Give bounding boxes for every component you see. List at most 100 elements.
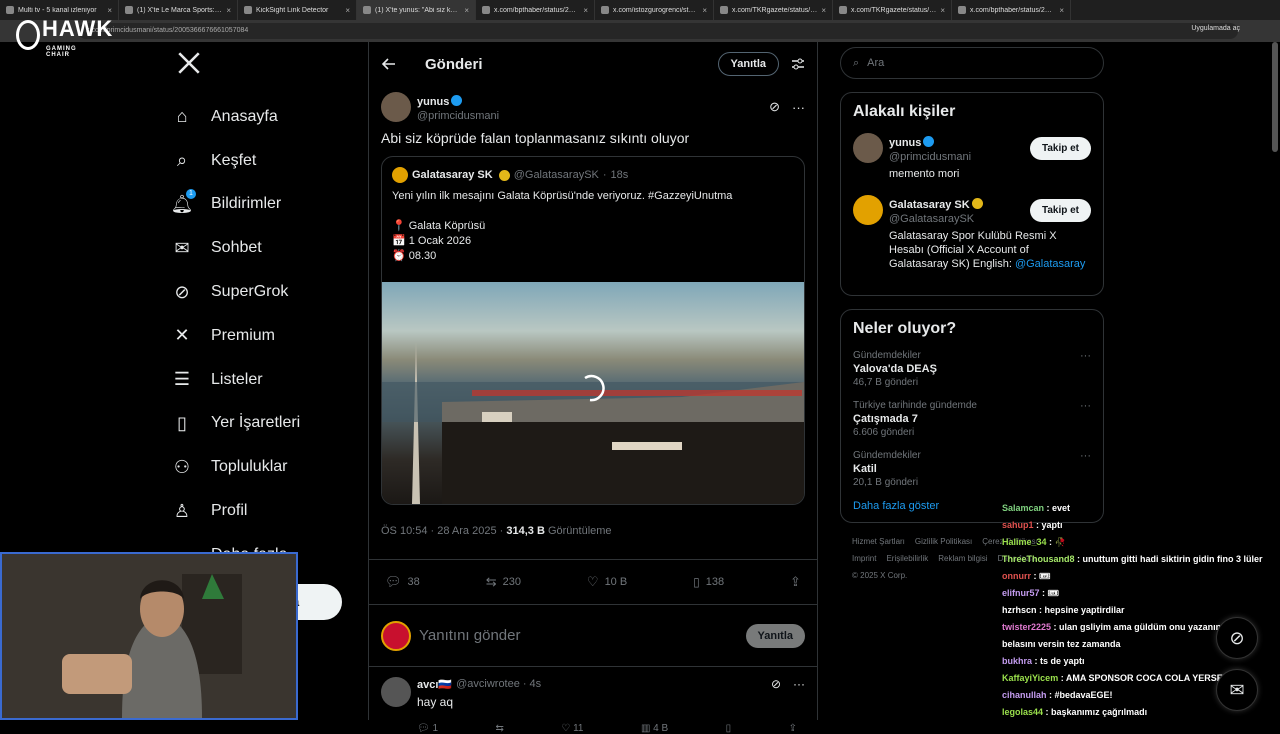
person-name[interactable]: Galatasaray SK xyxy=(889,199,970,211)
messages-fab-button[interactable]: ✉ xyxy=(1216,669,1258,711)
related-person[interactable]: yunus @primcidusmani Takip et memento mori xyxy=(853,133,1091,181)
reply-reply-count[interactable]: 💬︎ 1 xyxy=(417,723,438,734)
sidebar-item-label: Keşfet xyxy=(211,151,257,169)
header-reply-button[interactable]: Yanıtla xyxy=(717,52,779,76)
trend-item[interactable]: Gündemdekiler Yalova'da DEAŞ 46,7 B gönder… xyxy=(853,350,1091,388)
panel-title: Neler oluyor? xyxy=(853,320,957,337)
browser-tab[interactable]: (1) X'te Le Marca Sports: "Erdem... × xyxy=(119,0,238,20)
footer-link[interactable]: Erişilebilirlik xyxy=(886,554,928,563)
reply-author-handle[interactable]: @avciwrotee xyxy=(456,678,520,690)
heart-icon: ♡ xyxy=(586,574,599,589)
follow-button[interactable]: Takip et xyxy=(1029,198,1091,222)
reply-submit-button[interactable]: Yanıtla xyxy=(745,623,805,648)
search-input[interactable]: ⌕ Ara xyxy=(840,47,1104,79)
share-action[interactable]: ⇪ xyxy=(790,574,801,590)
close-icon[interactable]: × xyxy=(464,6,469,15)
reply-input[interactable]: Yanıtını gönder xyxy=(419,627,746,644)
browser-tab[interactable]: KickSight Link Detector × xyxy=(238,0,357,20)
sidebar-item-person[interactable]: ♙ Profil xyxy=(170,489,300,533)
back-arrow-icon[interactable] xyxy=(381,56,397,72)
sidebar-item-grok[interactable]: ⊘ SuperGrok xyxy=(170,270,300,314)
more-icon[interactable]: ··· xyxy=(1080,350,1091,362)
footer-link[interactable]: Imprint xyxy=(852,554,876,563)
browser-tab[interactable]: x.com/bpthaber/status/20056...× xyxy=(476,0,595,20)
more-icon[interactable]: ··· xyxy=(1080,400,1091,412)
filter-icon[interactable] xyxy=(791,57,805,71)
sidebar-item-bookmark[interactable]: ▯ Yer İşaretleri xyxy=(170,402,300,446)
footer-link[interactable]: Hizmet Şartları xyxy=(852,537,905,546)
trend-item[interactable]: Gündemdekiler Katil 20,1 B gönderi ··· xyxy=(853,450,1091,488)
grok-fab-button[interactable]: ⊘ xyxy=(1216,617,1258,659)
footer-link[interactable]: Gizlilik Politikası xyxy=(915,537,972,546)
sidebar-item-label: Profil xyxy=(211,502,248,520)
tweet-meta: ÖS 10:54 · 28 Ara 2025 · 314,3 B Görüntü… xyxy=(381,525,612,537)
more-icon[interactable]: ··· xyxy=(1080,450,1091,462)
chat-username: cihanullah xyxy=(1002,690,1047,700)
x-logo-icon[interactable] xyxy=(176,50,202,76)
avatar[interactable] xyxy=(381,92,411,122)
tab-favicon-icon xyxy=(482,6,490,14)
follow-button[interactable]: Takip et xyxy=(1029,136,1091,160)
share-icon[interactable]: ⇪ xyxy=(789,723,797,734)
chat-username: Salamcan xyxy=(1002,503,1045,513)
close-icon[interactable]: × xyxy=(107,6,112,15)
open-in-app-button[interactable]: Uygulamada aç xyxy=(1191,25,1240,32)
close-icon[interactable]: × xyxy=(1059,6,1064,15)
sidebar-item-x[interactable]: ✕ Premium xyxy=(170,314,300,358)
browser-tab[interactable]: x.com/TKRgazete/status/20056...× xyxy=(833,0,952,20)
reply-view-count[interactable]: ▥ 4 B xyxy=(641,723,668,734)
close-icon[interactable]: × xyxy=(821,6,826,15)
author-handle[interactable]: @primcidusmani xyxy=(417,110,769,122)
retweet-action[interactable]: ⇆ 230 xyxy=(486,574,521,590)
chat-username: elifnur57 xyxy=(1002,588,1040,598)
browser-tab[interactable]: x.com/bpthaber/status/20056...× xyxy=(952,0,1071,20)
footer-link[interactable]: Reklam bilgisi xyxy=(938,554,987,563)
quoted-tweet[interactable]: Galatasaray SK @GalatasaraySK · 18s Yeni… xyxy=(381,156,805,505)
like-action[interactable]: ♡ 10 B xyxy=(587,574,627,590)
reply-action[interactable]: 💬︎ 38 xyxy=(385,574,420,590)
related-person[interactable]: Galatasaray SK @GalatasaraySK Takip et Gala… xyxy=(853,195,1091,271)
grok-icon: ⊘ xyxy=(174,281,190,302)
retweet-icon[interactable]: ⇆ xyxy=(496,723,504,734)
address-bar[interactable]: x.com/primcidusmani/status/2005366676661… xyxy=(78,23,1238,39)
close-icon[interactable]: × xyxy=(940,6,945,15)
person-name[interactable]: yunus xyxy=(889,137,921,149)
footer-link[interactable]: © 2025 X Corp. xyxy=(852,571,907,580)
browser-tab[interactable]: x.com/istozgurogrenci/status/2...× xyxy=(595,0,714,20)
close-icon[interactable]: × xyxy=(583,6,588,15)
browser-tab[interactable]: (1) X'te yunus: "Abi siz köprüde...× xyxy=(357,0,476,20)
bookmark-icon: ▯ xyxy=(177,412,187,433)
grok-icon[interactable]: ⊘ xyxy=(769,99,780,115)
scrollbar[interactable] xyxy=(1272,42,1278,152)
grok-icon[interactable]: ⊘ xyxy=(771,677,781,691)
more-icon[interactable]: ··· xyxy=(793,677,805,691)
reply-like-count[interactable]: ♡ 11 xyxy=(561,723,583,734)
bio-link[interactable]: @Galatasaray xyxy=(1015,258,1085,270)
trend-item[interactable]: Türkiye tarihinde gündemde Çatışmada 7 6.6… xyxy=(853,400,1091,438)
more-icon[interactable]: ··· xyxy=(792,100,805,115)
tab-favicon-icon xyxy=(601,6,609,14)
reply-author-name[interactable]: avcı🇷🇺 xyxy=(417,678,452,691)
bookmark-action[interactable]: ▯ 138 xyxy=(693,575,724,589)
avatar[interactable] xyxy=(381,677,411,707)
avatar[interactable] xyxy=(853,195,883,225)
sidebar-item-mail[interactable]: ✉ Sohbet xyxy=(170,226,300,270)
close-icon[interactable]: × xyxy=(226,6,231,15)
browser-tab[interactable]: x.com/TKRgazete/status/20056...× xyxy=(714,0,833,20)
trend-title: Katil xyxy=(853,463,877,475)
sidebar-item-home[interactable]: ⌂ Anasayfa xyxy=(170,95,300,139)
close-icon[interactable]: × xyxy=(702,6,707,15)
sidebar-item-list[interactable]: ☰ Listeler xyxy=(170,358,300,402)
sidebar-item-bell[interactable]: 🔔︎ 1 Bildirimler xyxy=(170,183,300,227)
list-icon: ☰ xyxy=(173,369,191,390)
sidebar-item-people[interactable]: ⚇ Topluluklar xyxy=(170,445,300,489)
avatar[interactable] xyxy=(853,133,883,163)
sidebar-item-search[interactable]: ⌕ Keşfet xyxy=(170,139,300,183)
reply-tweet[interactable]: avcı🇷🇺 @avciwrotee · 4s ⊘ ··· hay aq 💬︎ 1 ⇆ ♡… xyxy=(369,667,817,734)
author-name[interactable]: yunus xyxy=(417,96,449,108)
chat-message: Salamcan : evet xyxy=(1002,500,1280,517)
quote-video[interactable] xyxy=(382,276,804,504)
close-icon[interactable]: × xyxy=(345,6,350,15)
browser-tab-bar: Multi tv - 5 kanal izleniyor × (1) X'te Le… xyxy=(0,0,1280,20)
bookmark-icon[interactable]: ▯ xyxy=(726,723,732,734)
